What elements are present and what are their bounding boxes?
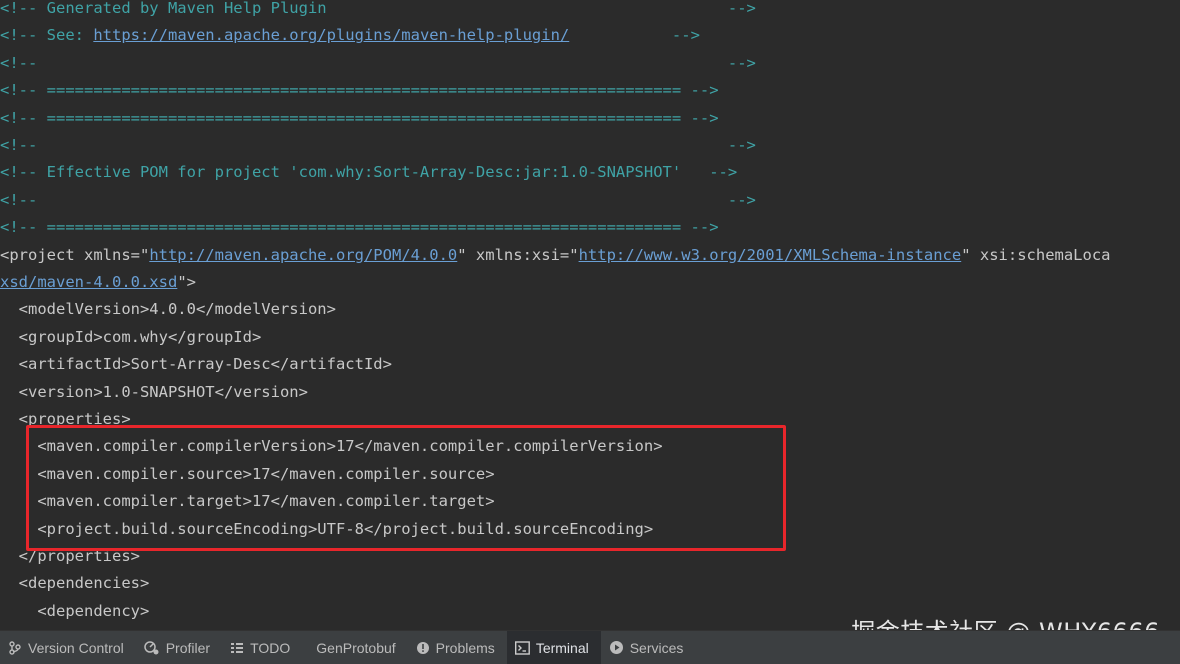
xml-comment: <!-- ===================================… [0, 108, 719, 127]
code-line: <!-- Generated by Maven Help Plugin --> [0, 0, 756, 22]
xml-comment: <!-- --> [0, 136, 756, 154]
version-control-icon [8, 640, 28, 655]
code-line: <version>1.0-SNAPSHOT</version> [0, 379, 308, 406]
tool-window-problems[interactable]: Problems [408, 631, 507, 664]
xml-comment: <!-- Generated by Maven Help Plugin --> [0, 0, 756, 17]
tool-window-label: Version Control [28, 639, 124, 656]
problems-icon [416, 641, 436, 655]
xml-tag-line: <modelVersion>4.0.0</modelVersion> [0, 300, 336, 319]
code-line: <!-- ===================================… [0, 77, 719, 104]
code-line: <dependency> [0, 598, 149, 625]
tool-window-label: Problems [435, 639, 495, 656]
xml-tag-text: " xsi:schemaLoca [961, 245, 1111, 264]
tool-window-label: Profiler [165, 639, 211, 656]
code-line: <!-- --> [0, 187, 756, 214]
xml-tag-line: <dependencies> [0, 574, 150, 593]
xml-tag-text: " xmlns:xsi=" [457, 245, 579, 264]
tool-window-genprotobuf[interactable]: GenProtobuf [302, 631, 407, 664]
comment-link[interactable]: https://maven.apache.org/plugins/maven-h… [93, 26, 569, 44]
code-line: <project xmlns="http://maven.apache.org/… [0, 242, 1111, 269]
code-line: <!-- --> [0, 50, 756, 77]
code-line: <groupId>com.why</groupId> [0, 324, 262, 351]
tool-window-version-control[interactable]: Version Control [0, 631, 136, 664]
xml-tag-line: <artifactId>Sort-Array-Desc</artifactId> [0, 355, 392, 374]
code-line: <!-- --> [0, 132, 756, 159]
xml-tag-text: "> [177, 273, 196, 291]
tool-window-label: GenProtobuf [316, 639, 396, 656]
xml-comment: <!-- ===================================… [0, 81, 719, 100]
tool-window-label: TODO [250, 639, 291, 656]
xml-comment: <!-- ===================================… [0, 218, 719, 237]
tool-window-bar: Version Control Profiler TODO GenProtobuf Pr… [0, 630, 1180, 664]
tool-window-label: Terminal [535, 639, 589, 656]
code-line: <artifactId>Sort-Array-Desc</artifactId> [0, 351, 392, 378]
tool-window-profiler[interactable]: Profiler [136, 631, 222, 664]
code-line: <!-- ===================================… [0, 105, 719, 132]
schema-link[interactable]: xsd/maven-4.0.0.xsd [0, 273, 177, 291]
code-line: xsd/maven-4.0.0.xsd"> [0, 269, 196, 296]
code-line: <!-- Effective POM for project 'com.why:… [0, 159, 737, 186]
code-line: <!-- ===================================… [0, 214, 719, 241]
xml-tag-line: <version>1.0-SNAPSHOT</version> [0, 382, 308, 401]
tool-window-terminal[interactable]: Terminal [506, 631, 601, 664]
xml-comment: --> [569, 26, 700, 45]
xml-comment: <!-- See: [0, 26, 94, 45]
tool-window-services[interactable]: Services [601, 631, 696, 664]
highlight-box [26, 425, 786, 551]
code-line: <modelVersion>4.0.0</modelVersion> [0, 296, 336, 323]
xml-tag-line: <groupId>com.why</groupId> [0, 327, 262, 346]
xml-comment: <!-- --> [0, 53, 756, 72]
xml-comment: <!-- Effective POM for project 'com.why:… [0, 163, 738, 182]
code-line: <!-- See: https://maven.apache.org/plugi… [0, 22, 700, 49]
services-icon [609, 640, 630, 655]
xsi-link[interactable]: http://www.w3.org/2001/XMLSchema-instanc… [579, 246, 962, 264]
xml-comment: <!-- --> [0, 190, 756, 209]
terminal-icon [514, 640, 536, 655]
xmlns-link[interactable]: http://maven.apache.org/POM/4.0.0 [149, 246, 457, 264]
todo-icon [230, 641, 250, 655]
xml-tag-text: <project xmlns=" [0, 245, 150, 264]
tool-window-label: Services [629, 639, 684, 656]
profiler-icon [143, 640, 166, 655]
tool-window-todo[interactable]: TODO [222, 631, 302, 664]
code-line: <dependencies> [0, 570, 150, 597]
xml-tag-line: <dependency> [0, 601, 150, 620]
